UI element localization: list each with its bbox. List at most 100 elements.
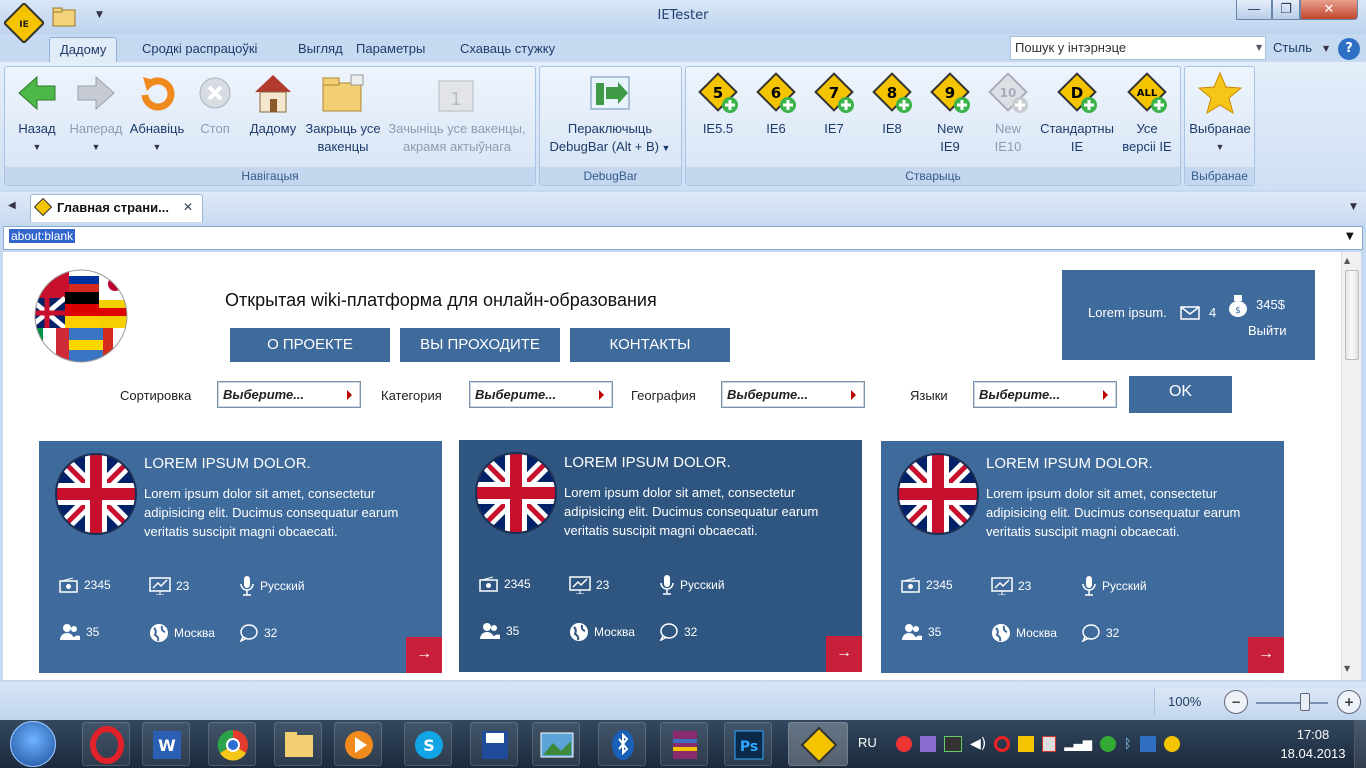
nav-courses-button[interactable]: ВЫ ПРОХОДИТЕ xyxy=(400,328,560,362)
taskbar-ietester-icon[interactable] xyxy=(788,722,848,766)
filter-ok-button[interactable]: OK xyxy=(1129,376,1232,413)
tab-close-icon[interactable]: ✕ xyxy=(183,200,193,214)
zoom-out-icon[interactable]: − xyxy=(1224,690,1248,714)
tabs-list-dropdown-icon[interactable]: ▼ xyxy=(1350,202,1357,212)
chevron-down-icon[interactable]: ▼ xyxy=(1186,138,1254,156)
filter-sort-select[interactable]: Выберите... xyxy=(217,381,361,408)
card-title[interactable]: LOREM IPSUM DOLOR. xyxy=(144,455,311,472)
new-ie6-button[interactable]: 6 IE6 xyxy=(747,70,805,138)
course-card[interactable]: LOREM IPSUM DOLOR. Lorem ipsum dolor sit … xyxy=(459,440,862,672)
style-menu[interactable]: Стыль xyxy=(1273,40,1312,55)
zoom-in-icon[interactable]: + xyxy=(1337,690,1361,714)
new-all-ie-button[interactable]: ALL Усе версіі IE xyxy=(1118,70,1176,156)
taskbar-bluetooth-icon[interactable] xyxy=(598,722,646,766)
tab-home[interactable]: Дадому xyxy=(49,37,118,63)
filter-lang-select[interactable]: Выберите... xyxy=(973,381,1117,408)
document-tab[interactable]: Главная страни... xyxy=(30,194,203,222)
tray-audio-icon[interactable] xyxy=(944,736,962,752)
taskbar-skype-icon[interactable]: S xyxy=(404,722,452,766)
favorites-button[interactable]: Выбранае ▼ xyxy=(1186,70,1254,156)
course-card[interactable]: LOREM IPSUM DOLOR. Lorem ipsum dolor sit … xyxy=(39,441,442,673)
taskbar-image-viewer-icon[interactable] xyxy=(532,722,580,766)
nav-about-button[interactable]: О ПРОЕКТЕ xyxy=(230,328,390,362)
tab-view[interactable]: Выгляд xyxy=(288,37,353,61)
forward-button[interactable]: Наперад ▼ xyxy=(66,70,126,156)
back-button[interactable]: Назад ▼ xyxy=(8,70,66,156)
language-indicator[interactable]: RU xyxy=(858,735,877,750)
new-ie55-button[interactable]: 5 IE5.5 xyxy=(689,70,747,138)
taskbar-save-disk-icon[interactable] xyxy=(470,722,518,766)
close-other-tabs-button[interactable]: 1 Зачыніць усе вакенцы, акрамя актыўнага xyxy=(384,70,530,156)
stop-button[interactable]: Стоп xyxy=(190,70,240,138)
tray-keyboard-icon[interactable] xyxy=(1139,736,1156,752)
zoom-slider-thumb[interactable] xyxy=(1299,693,1310,711)
tray-puzzle-icon[interactable] xyxy=(920,736,936,752)
search-dropdown-icon[interactable]: ▼ xyxy=(1256,43,1262,52)
new-ie7-button[interactable]: 7 IE7 xyxy=(805,70,863,138)
address-bar[interactable] xyxy=(3,226,1363,250)
show-desktop-button[interactable] xyxy=(1354,720,1366,768)
page-vertical-scrollbar[interactable]: ▲ ▼ xyxy=(1341,252,1361,680)
new-ie9-button[interactable]: 9 New IE9 xyxy=(921,70,979,156)
taskbar-clock[interactable]: 17:08 18.04.2013 xyxy=(1278,725,1348,763)
taskbar-opera-icon[interactable] xyxy=(82,722,130,766)
chevron-down-icon[interactable]: ▼ xyxy=(659,143,671,153)
logout-link[interactable]: Выйти xyxy=(1248,323,1287,338)
scrollbar-thumb[interactable] xyxy=(1345,270,1359,360)
new-standard-ie-button[interactable]: D Стандартны IE xyxy=(1036,70,1118,156)
new-ie8-button[interactable]: 8 IE8 xyxy=(863,70,921,138)
chevron-down-icon[interactable]: ▼ xyxy=(66,138,126,156)
help-icon[interactable]: ? xyxy=(1338,38,1360,60)
scroll-down-icon[interactable]: ▼ xyxy=(1344,664,1350,673)
zoom-level[interactable]: 100% xyxy=(1168,694,1201,709)
close-all-tabs-button[interactable]: Закрыць усе вакенцы xyxy=(302,70,384,156)
taskbar-word-icon[interactable]: W xyxy=(142,722,190,766)
style-dropdown-icon[interactable]: ▼ xyxy=(1323,44,1329,53)
course-card[interactable]: LOREM IPSUM DOLOR. Lorem ipsum dolor sit … xyxy=(881,441,1284,673)
tray-opera-icon[interactable] xyxy=(994,736,1011,752)
close-button[interactable]: ✕ xyxy=(1300,0,1358,20)
taskbar-winrar-icon[interactable] xyxy=(660,722,708,766)
envelope-icon[interactable] xyxy=(1180,306,1200,320)
user-name[interactable]: Lorem ipsum. xyxy=(1088,305,1167,320)
card-title[interactable]: LOREM IPSUM DOLOR. xyxy=(564,454,731,471)
tray-volume-icon[interactable]: ◀) xyxy=(970,736,986,752)
taskbar-chrome-icon[interactable] xyxy=(208,722,256,766)
taskbar-explorer-icon[interactable] xyxy=(274,722,322,766)
tray-smile-icon[interactable] xyxy=(1018,736,1035,752)
new-ie10-button[interactable]: 10 New IE10 xyxy=(979,70,1037,156)
tray-usb-icon[interactable] xyxy=(1163,736,1180,752)
tab-options[interactable]: Параметры xyxy=(346,37,435,61)
tray-torrent-icon[interactable] xyxy=(1099,736,1116,752)
chevron-down-icon[interactable]: ▼ xyxy=(8,138,66,156)
address-input[interactable]: about:blank xyxy=(9,229,76,243)
zoom-slider-track[interactable] xyxy=(1256,702,1328,704)
card-title[interactable]: LOREM IPSUM DOLOR. xyxy=(986,455,1153,472)
scroll-up-icon[interactable]: ▲ xyxy=(1344,256,1350,265)
start-button[interactable] xyxy=(10,721,56,767)
card-open-arrow-button[interactable]: → xyxy=(1248,637,1284,673)
card-open-arrow-button[interactable]: → xyxy=(406,637,442,673)
filter-geo-select[interactable]: Выберите... xyxy=(721,381,865,408)
nav-contacts-button[interactable]: КОНТАКТЫ xyxy=(570,328,730,362)
tray-bluetooth-icon[interactable]: ᛒ xyxy=(1124,737,1132,752)
globe-flags-logo-icon[interactable] xyxy=(29,268,133,364)
card-open-arrow-button[interactable]: → xyxy=(826,636,862,672)
address-dropdown-icon[interactable]: ▼ xyxy=(1346,231,1354,242)
tray-network-icon[interactable]: ▂▄▆ xyxy=(1064,737,1092,751)
chevron-down-icon[interactable]: ▼ xyxy=(126,138,188,156)
refresh-button[interactable]: Абнавіць ▼ xyxy=(126,70,188,156)
minimize-button[interactable]: — xyxy=(1236,0,1272,20)
tabs-scroll-left-icon[interactable]: ◀ xyxy=(8,200,16,211)
search-input[interactable]: Пошук у інтэрнэце xyxy=(1010,36,1266,60)
toggle-debugbar-button[interactable]: Пераключыць DebugBar (Alt + B) ▼ xyxy=(540,70,680,157)
tab-hide-ribbon[interactable]: Схаваць стужку xyxy=(450,37,565,61)
tray-chat-icon[interactable] xyxy=(896,736,912,752)
tray-power-icon[interactable] xyxy=(1042,736,1057,752)
taskbar-media-player-icon[interactable] xyxy=(334,722,382,766)
tab-dev-tools[interactable]: Сродкі распрацоўкі xyxy=(132,37,267,61)
home-button[interactable]: Дадому xyxy=(244,70,302,138)
maximize-button[interactable]: ❐ xyxy=(1272,0,1300,20)
filter-category-select[interactable]: Выберите... xyxy=(469,381,613,408)
taskbar-photoshop-icon[interactable]: Ps xyxy=(724,722,772,766)
